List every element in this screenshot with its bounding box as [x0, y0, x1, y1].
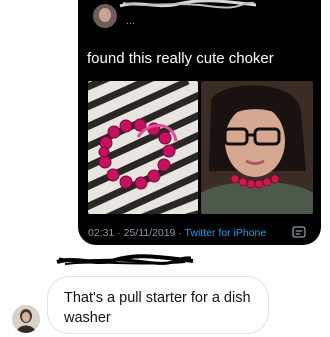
redaction-scribble-icon	[119, 0, 257, 9]
tweet-share-icon[interactable]	[292, 224, 306, 238]
reply-message-bubble[interactable]: That's a pull starter for a dish washer	[47, 276, 269, 334]
tweet-text: found this really cute choker	[87, 50, 274, 67]
tweet-timestamp: 02:31 · 25/11/2019 · Twitter for iPhone	[88, 227, 266, 239]
reply-avatar-image	[12, 305, 40, 333]
choker-photo-image	[88, 81, 198, 214]
tweet-avatar-icon[interactable]	[93, 4, 117, 28]
reply-message-text: That's a pull starter for a dish washer	[64, 290, 251, 326]
tweet-photo-person[interactable]	[201, 81, 313, 214]
tweet-source-link[interactable]: Twitter for iPhone	[185, 227, 267, 239]
tweet-handle[interactable]: ...	[126, 15, 135, 27]
tweet-photo-choker[interactable]	[88, 81, 198, 214]
reply-avatar-icon[interactable]	[12, 305, 40, 333]
person-photo-image	[201, 81, 313, 214]
tweet-time: 02:31 · 25/11/2019 ·	[88, 227, 185, 239]
redaction-scribble-icon	[56, 254, 194, 265]
